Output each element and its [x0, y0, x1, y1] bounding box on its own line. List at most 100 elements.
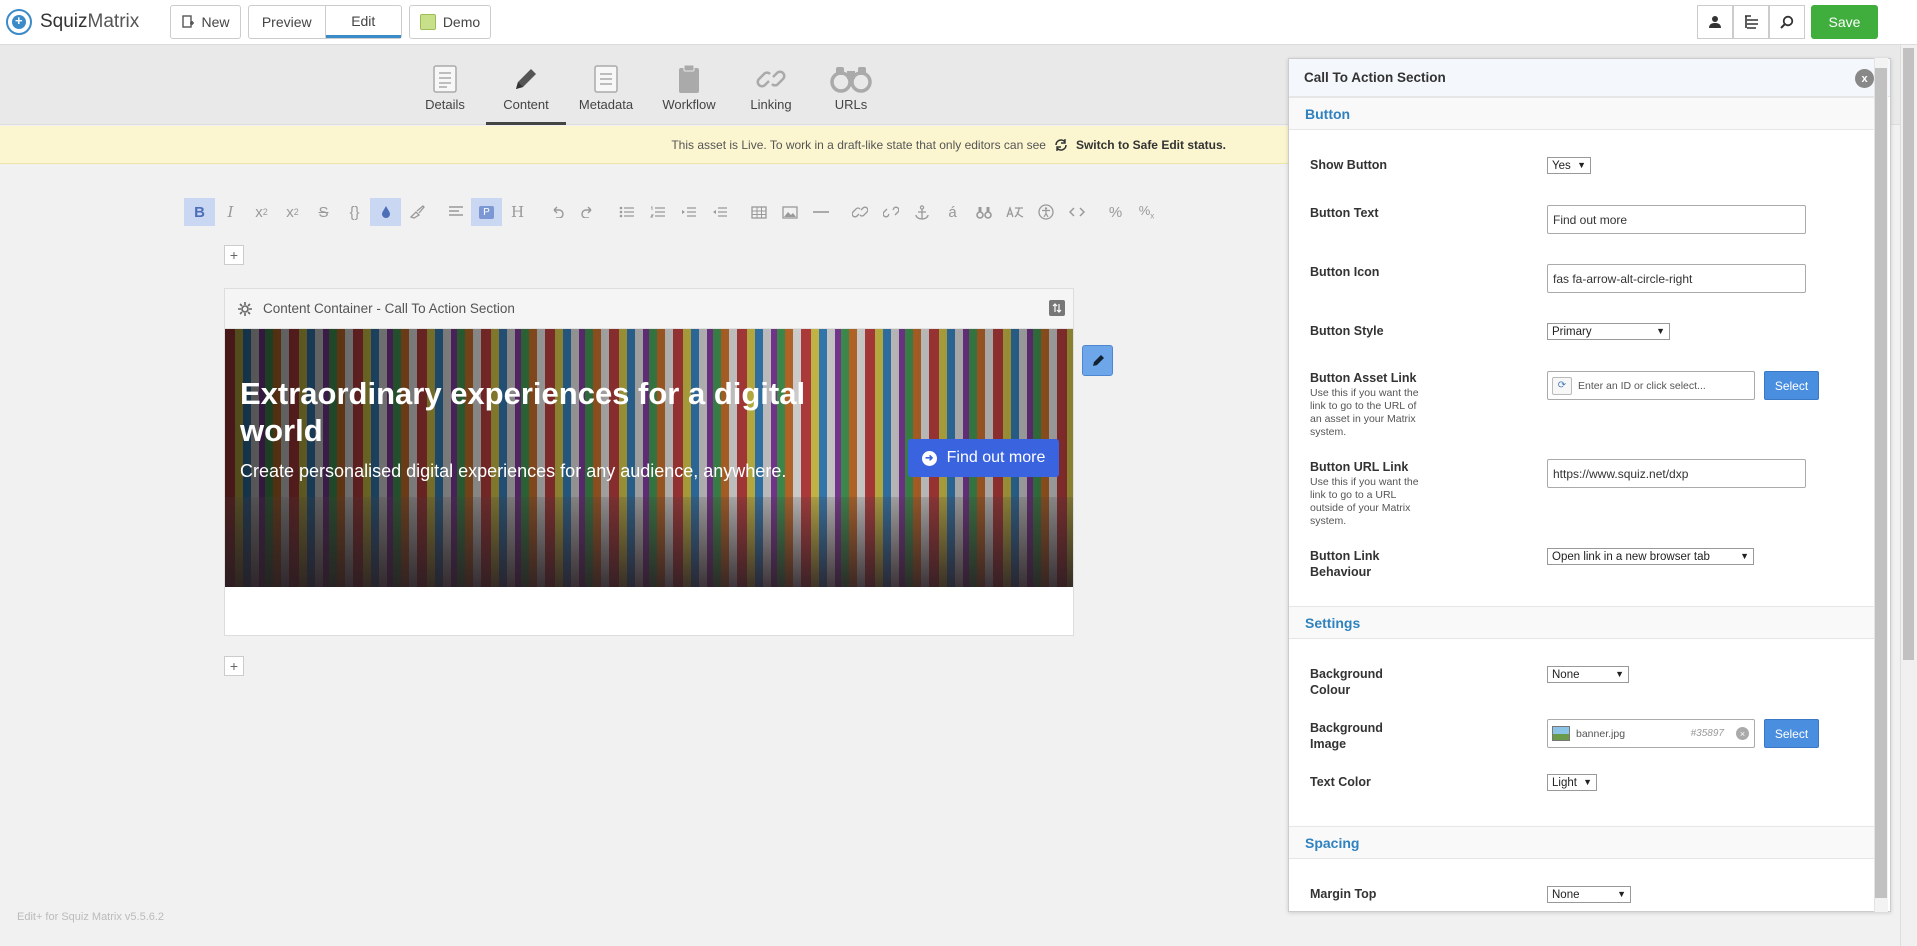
- bold-button[interactable]: B: [184, 198, 215, 226]
- link-icon: [756, 70, 786, 88]
- button-text-input[interactable]: Find out more: [1547, 205, 1806, 234]
- undo-button[interactable]: [541, 198, 572, 226]
- outdent-button[interactable]: [704, 198, 735, 226]
- keywords-button[interactable]: %: [1100, 198, 1131, 226]
- tab-linking[interactable]: Linking: [731, 61, 811, 125]
- add-container-below-button[interactable]: +: [224, 656, 244, 676]
- bullet-list-button[interactable]: [611, 198, 642, 226]
- wysiwyg-toolbar: B I x2 x2 S {} P H á % %x: [184, 198, 1162, 226]
- background-image-select-button[interactable]: Select: [1764, 719, 1819, 748]
- add-container-above-button[interactable]: +: [224, 245, 244, 265]
- panel-scrollbar-thumb[interactable]: [1875, 68, 1887, 898]
- search-button[interactable]: [1769, 5, 1805, 39]
- hero-title: Extraordinary experiences for a digital …: [240, 376, 806, 448]
- superscript-button[interactable]: x2: [277, 198, 308, 226]
- asset-select-button[interactable]: Select: [1764, 371, 1819, 400]
- new-button[interactable]: New: [170, 5, 241, 39]
- tab-urls-label: URLs: [834, 97, 868, 112]
- section-heading-settings: Settings: [1289, 606, 1874, 639]
- strikethrough-button[interactable]: S: [308, 198, 339, 226]
- special-chars-button[interactable]: á: [937, 198, 968, 226]
- background-colour-select[interactable]: None ▼: [1547, 666, 1629, 683]
- table-button[interactable]: [743, 198, 774, 226]
- edit-button[interactable]: Edit: [325, 6, 401, 38]
- show-button-value: Yes: [1552, 159, 1571, 172]
- tab-workflow[interactable]: Workflow: [649, 61, 729, 125]
- margin-top-select[interactable]: None ▼: [1547, 886, 1631, 903]
- button-text-label: Button Text: [1310, 206, 1379, 220]
- preview-button[interactable]: Preview: [249, 6, 326, 38]
- clipboard-icon: [679, 64, 699, 93]
- dropdown-arrow-icon: ▼: [1615, 669, 1624, 679]
- button-style-label: Button Style: [1310, 324, 1384, 338]
- button-link-behaviour-label: Button Link Behaviour: [1310, 549, 1380, 579]
- heading-button[interactable]: H: [502, 198, 533, 226]
- dropdown-arrow-icon: ▼: [1617, 889, 1626, 899]
- button-icon-input[interactable]: fas fa-arrow-alt-circle-right: [1547, 264, 1806, 293]
- text-color-select[interactable]: Light ▼: [1547, 774, 1597, 791]
- undo-icon: [553, 206, 564, 218]
- save-button[interactable]: Save: [1811, 5, 1878, 39]
- indent-button[interactable]: [673, 198, 704, 226]
- asset-id-placeholder: Enter an ID or click select...: [1578, 379, 1706, 392]
- remove-link-button[interactable]: [875, 198, 906, 226]
- link-behaviour-value: Open link in a new browser tab: [1552, 550, 1710, 563]
- asset-tree-button[interactable]: [1733, 5, 1769, 39]
- safe-edit-link[interactable]: Switch to Safe Edit status.: [1076, 138, 1226, 152]
- horizontal-rule-icon: [812, 211, 829, 213]
- background-colour-label: Background Colour: [1310, 667, 1383, 697]
- justify-button[interactable]: [440, 198, 471, 226]
- find-replace-button[interactable]: [968, 198, 999, 226]
- spellcheck-button[interactable]: [999, 198, 1030, 226]
- accessibility-button[interactable]: [1030, 198, 1061, 226]
- demo-button[interactable]: Demo: [409, 5, 491, 39]
- redo-button[interactable]: [572, 198, 603, 226]
- clear-format-button[interactable]: [401, 198, 432, 226]
- close-panel-button[interactable]: x: [1855, 69, 1874, 88]
- chain-link-icon: [851, 206, 868, 218]
- user-button[interactable]: [1697, 5, 1733, 39]
- subscript-button[interactable]: x2: [246, 198, 277, 226]
- squiz-matrix-logo[interactable]: SquizMatrix: [6, 9, 139, 35]
- margin-top-value: None: [1552, 888, 1580, 901]
- asset-id-picker[interactable]: ⟳ Enter an ID or click select...: [1547, 371, 1755, 400]
- find-out-more-label: Find out more: [946, 449, 1046, 466]
- button-style-select[interactable]: Primary ▼: [1547, 323, 1670, 340]
- image-button[interactable]: [774, 198, 805, 226]
- find-out-more-button[interactable]: ➜ Find out more: [908, 439, 1059, 477]
- remove-keywords-button[interactable]: %x: [1131, 198, 1162, 226]
- gear-icon[interactable]: [237, 301, 253, 317]
- tab-content[interactable]: Content: [486, 61, 566, 125]
- page-scrollbar-thumb[interactable]: [1903, 48, 1914, 660]
- numbered-list-button[interactable]: [642, 198, 673, 226]
- new-asset-icon: [182, 15, 195, 28]
- numbered-list-icon: [649, 206, 665, 218]
- anchor-button[interactable]: [906, 198, 937, 226]
- edit-component-button[interactable]: [1082, 345, 1113, 376]
- braces-button[interactable]: {}: [339, 198, 370, 226]
- italic-button[interactable]: I: [215, 198, 246, 226]
- horizontal-rule-button[interactable]: [805, 198, 836, 226]
- asset-finder-icon: ⟳: [1552, 376, 1572, 395]
- link-behaviour-select[interactable]: Open link in a new browser tab ▼: [1547, 548, 1754, 565]
- source-code-button[interactable]: [1061, 198, 1092, 226]
- tab-details[interactable]: Details: [405, 61, 485, 125]
- button-url-input[interactable]: https://www.squiz.net/dxp: [1547, 459, 1806, 488]
- container-options-button[interactable]: [1049, 300, 1065, 316]
- paragraph-button[interactable]: P: [471, 198, 502, 226]
- background-colour-value: None: [1552, 668, 1580, 681]
- tab-metadata[interactable]: Metadata: [566, 61, 646, 125]
- background-image-asset-id: #35897: [1690, 728, 1724, 739]
- background-image-picker[interactable]: banner.jpg #35897 ×: [1547, 719, 1755, 748]
- demo-status-swatch: [419, 14, 436, 30]
- text-color-button[interactable]: [370, 198, 401, 226]
- live-status-message: This asset is Live. To work in a draft-l…: [671, 137, 1046, 152]
- insert-link-button[interactable]: [844, 198, 875, 226]
- tab-urls[interactable]: URLs: [811, 61, 891, 125]
- tab-details-label: Details: [425, 97, 465, 112]
- button-icon-label: Button Icon: [1310, 265, 1380, 279]
- clear-image-icon[interactable]: ×: [1736, 727, 1749, 740]
- outdent-icon: [712, 207, 727, 217]
- anchor-icon: [914, 204, 929, 220]
- show-button-select[interactable]: Yes ▼: [1547, 157, 1591, 174]
